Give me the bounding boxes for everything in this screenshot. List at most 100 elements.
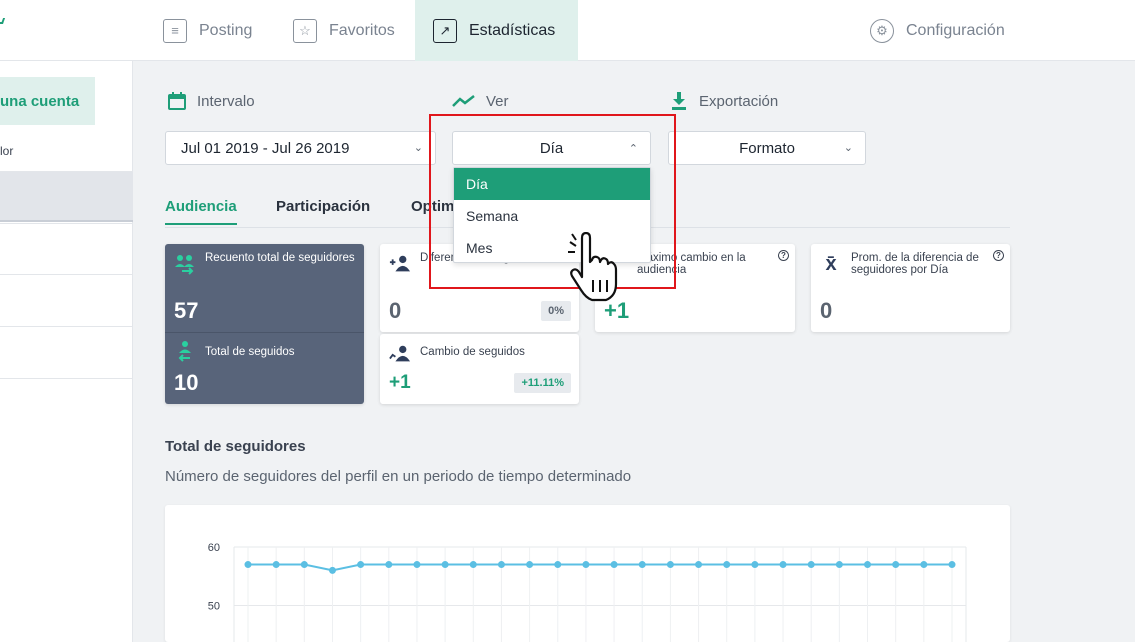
followers-summary-card: Recuento total de seguidores 57 Total de… [165, 244, 364, 404]
followers-diff-badge: 0% [541, 301, 571, 321]
add-account-button[interactable]: una cuenta [0, 77, 95, 125]
trend-chart-icon: ↗ [433, 18, 457, 43]
chart-data-point [385, 561, 393, 569]
posting-icon: ≡ [163, 18, 187, 43]
sidebar-account-row[interactable] [0, 171, 133, 222]
chart-data-point [526, 561, 534, 569]
trend-line-icon [452, 92, 476, 110]
chart-data-point [328, 566, 336, 574]
chart-data-point [723, 561, 731, 569]
following-icon [174, 340, 196, 362]
chart-data-point [582, 561, 590, 569]
gear-icon: ⚙ [870, 18, 894, 43]
following-change-badge: +11.11% [514, 373, 571, 393]
followers-icon [174, 253, 196, 275]
followers-chart-card: 60 50 [165, 505, 1010, 642]
chart-data-point [244, 561, 252, 569]
chart-data-point [807, 561, 815, 569]
add-user-icon [389, 253, 411, 275]
tab-configuracion[interactable]: ⚙ Configuración [852, 0, 1023, 61]
chart-data-point [779, 561, 787, 569]
tab-favoritos-label: Favoritos [329, 21, 395, 39]
export-label: Exportación [699, 92, 779, 110]
sidebar: una cuenta lor [0, 61, 133, 642]
interval-label: Intervalo [197, 92, 255, 110]
users-change-icon [389, 343, 411, 365]
export-format-select[interactable]: Formato ⌄ [668, 131, 866, 165]
section-title: Total de seguidores [165, 438, 306, 455]
following-total-value: 10 [174, 370, 199, 395]
card-divider [165, 332, 364, 333]
chart-y-tick-label: 50 [208, 601, 220, 613]
view-option-semana[interactable]: Semana [454, 200, 650, 232]
followers-total-value: 57 [174, 298, 199, 323]
chart-data-point [300, 561, 308, 569]
subtab-audiencia[interactable]: Audiencia [165, 198, 237, 225]
sidebar-account-row[interactable] [0, 326, 133, 377]
tab-posting-label: Posting [199, 21, 253, 39]
chart-data-point [695, 561, 703, 569]
download-icon [669, 92, 689, 110]
view-option-mes[interactable]: Mes [454, 232, 650, 264]
sidebar-column-label: lor [0, 144, 14, 158]
view-select[interactable]: Día ⌃ [452, 131, 651, 165]
tab-estadisticas[interactable]: ↗ Estadísticas [415, 0, 578, 61]
subtab-optim[interactable]: Optim [411, 198, 454, 223]
following-change-card: Cambio de seguidos +1 +11.11% [380, 334, 579, 404]
star-icon: ☆ [293, 18, 317, 43]
chart-data-point [497, 561, 505, 569]
chart-data-point [610, 561, 618, 569]
tab-posting[interactable]: ≡ Posting [145, 0, 270, 61]
view-value: Día [539, 139, 564, 157]
chart-data-point [892, 561, 900, 569]
max-change-title: máximo cambio en la audiencia [637, 252, 746, 276]
sidebar-account-row[interactable] [0, 274, 133, 325]
tab-favoritos[interactable]: ☆ Favoritos [275, 0, 413, 61]
view-label: Ver [486, 92, 509, 110]
chart-data-point [920, 561, 928, 569]
following-change-title: Cambio de seguidos [420, 346, 525, 358]
export-format-value: Formato [739, 139, 795, 157]
followers-line-chart: 60 50 [208, 542, 967, 642]
avg-diff-title: Prom. de la diferencia de seguidores por… [851, 252, 979, 276]
export-label-group: Exportación [669, 92, 778, 110]
avg-diff-card: x̄ Prom. de la diferencia de seguidores … [811, 244, 1010, 332]
chevron-down-icon: ⌄ [413, 142, 423, 154]
top-bar: ≡ Posting ☆ Favoritos ↗ Estadísticas ⚙ C… [0, 0, 1135, 61]
view-option-dia[interactable]: Día [454, 168, 650, 200]
sidebar-account-row[interactable] [0, 378, 133, 429]
followers-diff-value: 0 [389, 298, 402, 323]
calendar-icon [167, 92, 187, 110]
max-change-value: +1 [604, 298, 630, 323]
chart-data-point [948, 561, 956, 569]
chevron-up-icon: ⌃ [628, 143, 638, 155]
chart-data-point [357, 561, 365, 569]
sidebar-account-row[interactable] [0, 223, 133, 274]
section-subtitle: Número de seguidores del perfil en un pe… [165, 468, 632, 485]
average-x-icon: x̄ [825, 252, 837, 275]
following-total-title: Total de seguidos [205, 346, 295, 358]
chart-data-point [666, 561, 674, 569]
chart-data-point [441, 561, 449, 569]
view-dropdown-menu: Día Semana Mes [453, 167, 651, 263]
chart-data-point [864, 561, 872, 569]
avg-diff-value: 0 [820, 298, 833, 323]
tab-configuracion-label: Configuración [906, 21, 1005, 39]
view-label-group: Ver [452, 92, 509, 110]
interval-select[interactable]: Jul 01 2019 - Jul 26 2019 ⌄ [165, 131, 436, 165]
chart-data-point [554, 561, 562, 569]
chart-data-point [413, 561, 421, 569]
following-change-value: +1 [389, 372, 411, 393]
followers-total-title: Recuento total de seguidores [205, 252, 355, 264]
interval-label-group: Intervalo [167, 92, 255, 110]
chart-data-point [469, 561, 477, 569]
subtab-participacion[interactable]: Participación [276, 198, 370, 223]
interval-value: Jul 01 2019 - Jul 26 2019 [181, 139, 350, 157]
brand-logo-icon [0, 18, 6, 24]
chart-data-point [751, 561, 759, 569]
chart-data-point [272, 561, 280, 569]
chart-data-point [835, 561, 843, 569]
help-icon[interactable]: ? [778, 250, 789, 261]
help-icon[interactable]: ? [993, 250, 1004, 261]
chart-y-tick-label: 60 [208, 542, 220, 554]
